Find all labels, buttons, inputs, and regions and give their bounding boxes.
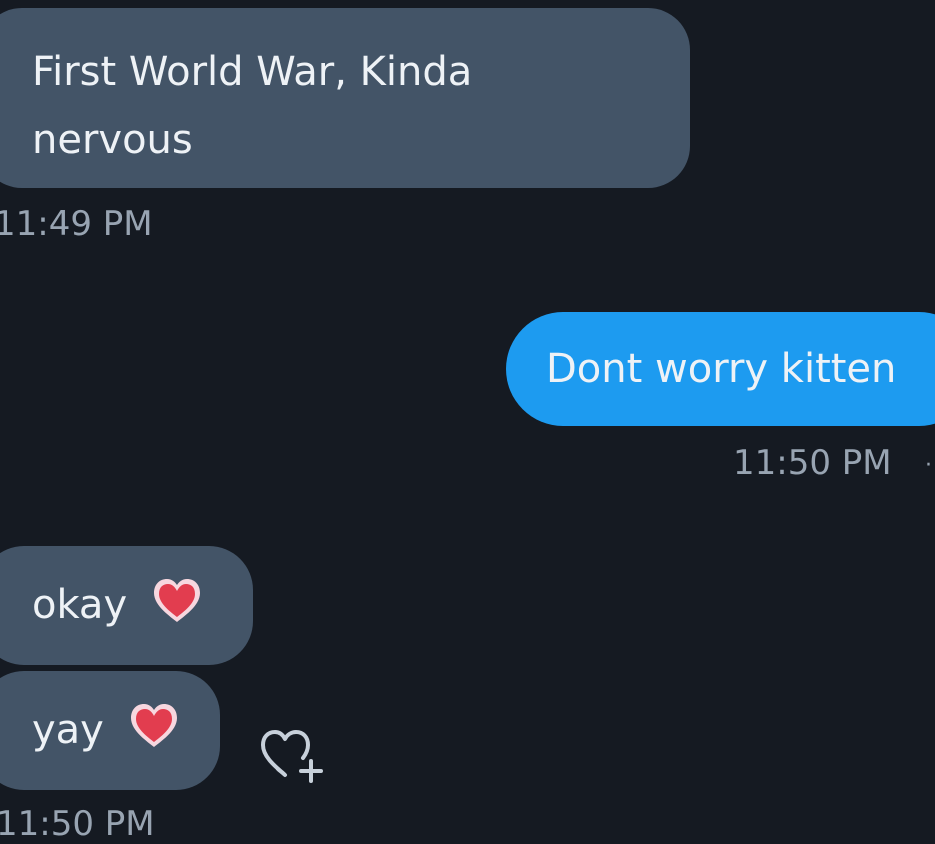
message-text: okay bbox=[32, 582, 128, 628]
incoming-message-bubble[interactable]: First World War, Kinda nervous bbox=[0, 8, 690, 188]
add-reaction-button[interactable] bbox=[253, 714, 333, 794]
incoming-message-bubble[interactable]: okay bbox=[0, 546, 253, 665]
message-text: Dont worry kitten bbox=[546, 346, 897, 392]
message-timestamp: 11:50 PM bbox=[733, 443, 892, 483]
message-timestamp: 11:49 PM bbox=[0, 204, 153, 244]
read-receipt-icon: · bbox=[925, 453, 932, 478]
message-text-line: nervous bbox=[32, 117, 193, 163]
message-text: yay bbox=[32, 707, 104, 753]
message-timestamp: 11:50 PM bbox=[0, 804, 155, 844]
chat-conversation: First World War, Kinda nervous 11:49 PM … bbox=[0, 0, 935, 844]
message-text-line: First World War, Kinda bbox=[32, 49, 473, 95]
heart-icon bbox=[127, 702, 181, 750]
incoming-message-bubble[interactable]: yay bbox=[0, 671, 220, 790]
outgoing-message-bubble[interactable]: Dont worry kitten bbox=[506, 312, 935, 426]
heart-plus-icon bbox=[253, 714, 333, 794]
heart-icon bbox=[150, 577, 204, 625]
